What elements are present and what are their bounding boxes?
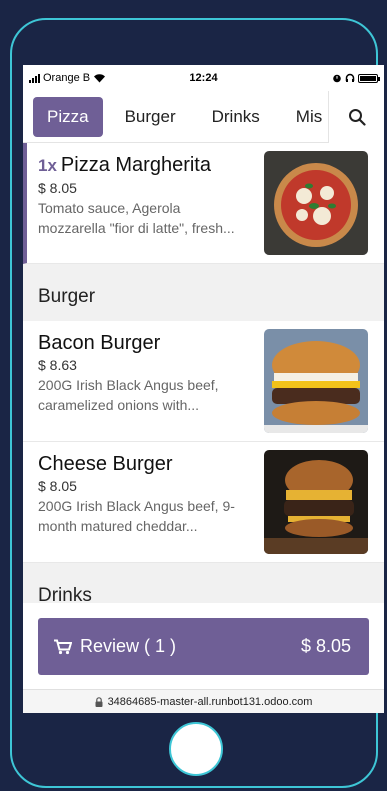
carrier-name: Orange B [43, 72, 91, 84]
product-price: $ 8.05 [38, 478, 77, 494]
category-bar: Pizza Burger Drinks Mis [23, 91, 384, 143]
product-bacon-burger[interactable]: Bacon Burger $ 8.63 200G Irish Black Ang… [23, 321, 384, 442]
headphones-icon [345, 73, 355, 82]
product-name: 1x Pizza Margherita [38, 154, 211, 176]
url-text: 34864685-master-all.runbot131.odoo.com [107, 695, 313, 708]
tab-misc[interactable]: Mis [282, 97, 328, 137]
section-header-drinks: Drinks [23, 563, 384, 603]
search-icon [348, 109, 366, 126]
home-button[interactable] [169, 722, 223, 776]
pizza-image [264, 151, 368, 255]
review-button[interactable]: Review ( 1 ) $ 8.05 [38, 618, 369, 675]
cheese-burger-image [264, 450, 368, 554]
tab-drinks[interactable]: Drinks [198, 97, 274, 137]
wifi-icon [94, 74, 106, 83]
review-total: $ 8.05 [300, 636, 351, 656]
bacon-burger-image [264, 329, 368, 433]
product-name: Bacon Burger [38, 332, 161, 354]
order-footer: Review ( 1 ) $ 8.05 [23, 603, 384, 689]
product-description: 200G Irish Black Angus beef, caramelized … [38, 377, 219, 413]
category-tabs: Pizza Burger Drinks Mis [23, 91, 328, 142]
section-header-burger: Burger [23, 264, 384, 321]
product-pizza-margherita[interactable]: 1x Pizza Margherita $ 8.05 Tomato sauce, … [23, 143, 384, 264]
signal-icon [29, 73, 40, 83]
review-label: Review ( 1 ) [80, 636, 177, 656]
phone-screen: Orange B 12:24 Pizza Burger Drinks Mis 1… [23, 65, 384, 713]
lock-icon [95, 696, 103, 707]
alarm-icon [333, 74, 341, 83]
search-button[interactable] [328, 91, 384, 143]
cart-icon [54, 639, 72, 654]
tab-pizza[interactable]: Pizza [33, 96, 103, 137]
tab-burger[interactable]: Burger [111, 97, 190, 137]
product-price: $ 8.05 [38, 180, 77, 196]
product-description: Tomato sauce, Agerola mozzarella "fior di… [38, 200, 235, 236]
product-description: 200G Irish Black Angus beef, 9- month mat… [38, 498, 235, 534]
product-list: 1x Pizza Margherita $ 8.05 Tomato sauce, … [23, 143, 384, 603]
status-bar: Orange B 12:24 [23, 65, 384, 91]
browser-url-bar[interactable]: 34864685-master-all.runbot131.odoo.com [23, 689, 384, 713]
product-cheese-burger[interactable]: Cheese Burger $ 8.05 200G Irish Black An… [23, 442, 384, 563]
product-name: Cheese Burger [38, 453, 173, 475]
product-price: $ 8.63 [38, 357, 77, 373]
product-quantity: 1x [38, 156, 57, 175]
battery-icon [358, 73, 380, 83]
